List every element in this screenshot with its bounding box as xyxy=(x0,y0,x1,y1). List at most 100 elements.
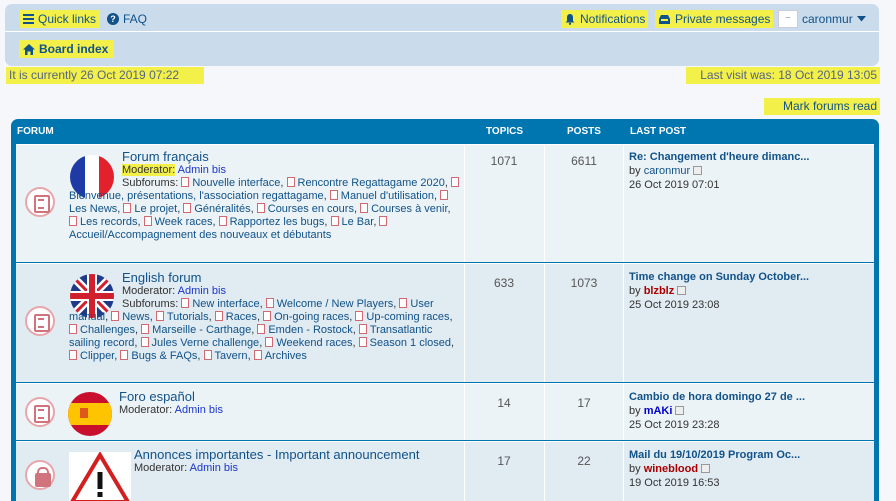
subforum-link[interactable]: Nouvelle interface xyxy=(192,177,280,189)
col-last-post: LAST POST xyxy=(630,126,687,137)
subforum-link[interactable]: Généralités xyxy=(194,203,250,215)
last-post-title[interactable]: Cambio de hora domingo 27 de ... xyxy=(629,391,805,403)
subforum-icon xyxy=(399,298,408,308)
view-latest-icon[interactable] xyxy=(693,166,703,175)
col-posts: POSTS xyxy=(567,126,601,137)
posts-count: 6611 xyxy=(571,154,597,168)
subforums: Subforums: New interface, Welcome / New … xyxy=(69,298,455,362)
subforum-icon xyxy=(69,216,77,226)
breadcrumb: Board index xyxy=(5,36,879,62)
subforum-link[interactable]: Tutorials xyxy=(167,311,209,323)
faq-link[interactable]: ? FAQ xyxy=(107,10,147,28)
subforum-link[interactable]: Bugs & FAQs xyxy=(131,350,197,362)
last-post: Time change on Sunday October... by blzb… xyxy=(629,271,810,311)
col-topics: TOPICS xyxy=(486,126,524,137)
subforum-icon xyxy=(257,324,266,334)
moderator-link[interactable]: Admin bis xyxy=(175,404,223,416)
forum-title-espanol[interactable]: Foro español xyxy=(119,389,195,404)
topics-count: 17 xyxy=(497,454,511,468)
moderator-link[interactable]: Admin bis xyxy=(178,285,226,297)
subforum-link[interactable]: Clipper xyxy=(80,350,114,362)
view-latest-icon[interactable] xyxy=(701,464,711,473)
forum-read-icon xyxy=(25,306,55,336)
subforum-link[interactable]: Welcome / New Players xyxy=(277,298,394,310)
last-post-time: 26 Oct 2019 07:01 xyxy=(629,179,720,191)
subforum-link[interactable]: Bienvenue, présentations, l'association … xyxy=(69,190,324,202)
subforum-link[interactable]: Le Bar xyxy=(342,216,374,228)
forum-row: Foro español Moderator: Admin bis 14 17 … xyxy=(16,383,874,440)
moderator-line: Moderator: Admin bis xyxy=(122,164,226,176)
last-post-user[interactable]: wineblood xyxy=(644,463,698,475)
subforum-link[interactable]: Archives xyxy=(265,350,307,362)
subforum-icon xyxy=(329,190,338,200)
last-post-user[interactable]: mAKi xyxy=(644,405,673,417)
subforum-link[interactable]: On-going races xyxy=(274,311,349,323)
subforum-icon xyxy=(358,337,367,347)
last-post-time: 25 Oct 2019 23:08 xyxy=(629,299,720,311)
subforum-link[interactable]: Les records xyxy=(80,216,137,228)
quick-links-button[interactable]: Quick links xyxy=(20,10,101,28)
bell-icon xyxy=(565,14,575,25)
subforum-link[interactable]: Les News xyxy=(69,203,117,215)
subforum-link[interactable]: Up-coming races xyxy=(366,311,449,323)
view-latest-icon[interactable] xyxy=(677,286,687,295)
forum-row: Forum français Moderator: Admin bis Subf… xyxy=(16,144,874,262)
subforum-link[interactable]: Season 1 closed xyxy=(370,337,451,349)
user-menu[interactable]: ~ caronmur xyxy=(778,10,866,28)
subforum-link[interactable]: Races xyxy=(226,311,257,323)
forum-row: English forum Moderator: Admin bis Subfo… xyxy=(16,263,874,382)
posts-count: 1073 xyxy=(570,276,598,290)
moderator-line: Moderator: Admin bis xyxy=(134,462,238,474)
subforum-link[interactable]: Courses en cours xyxy=(268,203,354,215)
subforum-icon xyxy=(451,177,460,187)
spain-flag-icon xyxy=(68,392,112,436)
moderator-link[interactable]: Admin bis xyxy=(178,164,226,176)
subforum-link[interactable]: Challenges xyxy=(80,324,135,336)
subforum-link[interactable]: News xyxy=(122,311,150,323)
moderator-line: Moderator: Admin bis xyxy=(119,404,223,416)
moderator-link[interactable]: Admin bis xyxy=(190,462,238,474)
posts-count: 17 xyxy=(577,396,591,410)
subforum-icon xyxy=(69,350,77,360)
subforum-icon xyxy=(218,216,227,226)
home-icon xyxy=(23,43,35,55)
private-messages-button[interactable]: Private messages xyxy=(655,10,774,28)
subforum-icon xyxy=(355,311,364,321)
forum-title-francais[interactable]: Forum français xyxy=(122,149,209,164)
subforum-link[interactable]: Marseille - Carthage xyxy=(152,324,251,336)
subforum-link[interactable]: Le projet xyxy=(134,203,177,215)
last-post: Mail du 19/10/2019 Program Oc... by wine… xyxy=(629,449,801,489)
subforum-link[interactable]: Weekend races xyxy=(276,337,352,349)
subforum-link[interactable]: Accueil/Accompagnement des nouveaux et d… xyxy=(69,229,331,241)
subforum-link[interactable]: Week races xyxy=(155,216,213,228)
subforum-link[interactable]: Tavern xyxy=(215,350,248,362)
board-index-link[interactable]: Board index xyxy=(19,40,115,58)
forum-title-english[interactable]: English forum xyxy=(122,270,201,285)
subforum-icon xyxy=(111,311,120,321)
last-post-title[interactable]: Re: Changement d'heure dimanc... xyxy=(629,151,809,163)
subforum-link[interactable]: Rencontre Regattagame 2020 xyxy=(298,177,445,189)
last-post-user[interactable]: caronmur xyxy=(644,165,690,177)
subforum-link[interactable]: Emden - Rostock xyxy=(268,324,352,336)
avatar: ~ xyxy=(778,10,798,28)
view-latest-icon[interactable] xyxy=(675,406,685,415)
menu-icon xyxy=(23,14,34,24)
subforum-link[interactable]: Rapportez les bugs xyxy=(230,216,325,228)
mark-forums-read-link[interactable]: Mark forums read xyxy=(764,98,880,115)
forum-title-annonces[interactable]: Annonces importantes - Important announc… xyxy=(134,447,419,462)
subforum-icon xyxy=(286,177,295,187)
subforum-icon xyxy=(440,190,449,200)
subforum-link[interactable]: Manuel d'utilisation xyxy=(341,190,434,202)
subforum-icon xyxy=(69,324,77,334)
subforum-link[interactable]: Jules Verne challenge xyxy=(152,337,260,349)
subforum-link[interactable]: New interface xyxy=(192,298,259,310)
navbar: Quick links ? FAQ Notifications Private … xyxy=(5,4,879,66)
forum-list: FORUM TOPICS POSTS LAST POST Forum franç… xyxy=(11,119,879,501)
last-post-user[interactable]: blzblz xyxy=(644,285,675,297)
subforum-link[interactable]: Courses à venir xyxy=(371,203,447,215)
last-post-title[interactable]: Mail du 19/10/2019 Program Oc... xyxy=(629,449,800,461)
notifications-button[interactable]: Notifications xyxy=(561,10,649,28)
question-icon: ? xyxy=(107,13,119,25)
last-post-title[interactable]: Time change on Sunday October... xyxy=(629,271,809,283)
subforum-icon xyxy=(140,337,149,347)
